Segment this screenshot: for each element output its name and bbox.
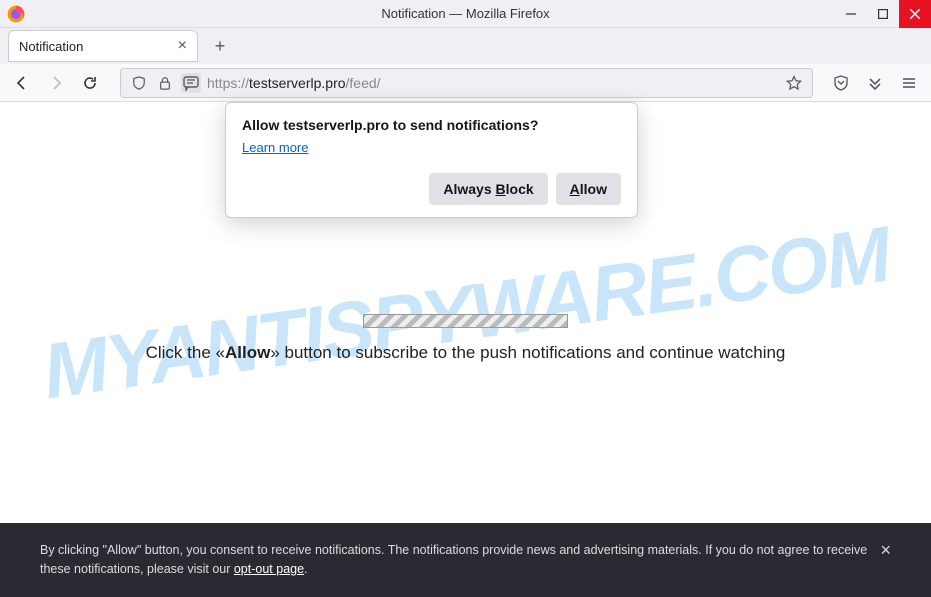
firefox-logo-icon <box>0 4 26 24</box>
window-titlebar: Notification — Mozilla Firefox <box>0 0 931 28</box>
watermark-text: MYANTISPYWARE.COM <box>37 208 894 417</box>
tab-bar: Notification × + <box>0 28 931 64</box>
lock-icon[interactable] <box>155 73 175 93</box>
pocket-icon[interactable] <box>827 69 855 97</box>
navigation-toolbar: https://testserverlp.pro/feed/ <box>0 64 931 102</box>
progress-bar <box>363 314 568 328</box>
window-controls <box>835 0 931 28</box>
url-bar[interactable]: https://testserverlp.pro/feed/ <box>120 68 813 98</box>
tab-label: Notification <box>19 39 83 54</box>
opt-out-link[interactable]: opt-out page <box>234 562 304 576</box>
allow-button[interactable]: Allow <box>556 173 621 205</box>
always-block-button[interactable]: Always Block <box>429 173 547 205</box>
learn-more-link[interactable]: Learn more <box>242 140 308 155</box>
window-title: Notification — Mozilla Firefox <box>381 6 549 21</box>
page-instruction: Click the «Allow» button to subscribe to… <box>0 343 931 363</box>
tab-close-icon[interactable]: × <box>178 37 187 55</box>
permission-title: Allow testserverlp.pro to send notificat… <box>242 117 621 133</box>
menu-icon[interactable] <box>895 69 923 97</box>
forward-button[interactable] <box>42 69 70 97</box>
shield-icon[interactable] <box>129 73 149 93</box>
consent-bar: By clicking "Allow" button, you consent … <box>0 523 931 597</box>
back-button[interactable] <box>8 69 36 97</box>
permission-icon[interactable] <box>181 73 201 93</box>
url-text: https://testserverlp.pro/feed/ <box>207 75 778 91</box>
consent-text: By clicking "Allow" button, you consent … <box>40 541 891 579</box>
maximize-button[interactable] <box>867 0 899 28</box>
browser-tab[interactable]: Notification × <box>8 30 198 62</box>
overflow-icon[interactable] <box>861 69 889 97</box>
new-tab-button[interactable]: + <box>206 32 234 60</box>
reload-button[interactable] <box>76 69 104 97</box>
close-window-button[interactable] <box>899 0 931 28</box>
notification-permission-prompt: Allow testserverlp.pro to send notificat… <box>225 102 638 218</box>
minimize-button[interactable] <box>835 0 867 28</box>
bookmark-star-icon[interactable] <box>784 73 804 93</box>
consent-close-icon[interactable]: × <box>880 537 891 564</box>
